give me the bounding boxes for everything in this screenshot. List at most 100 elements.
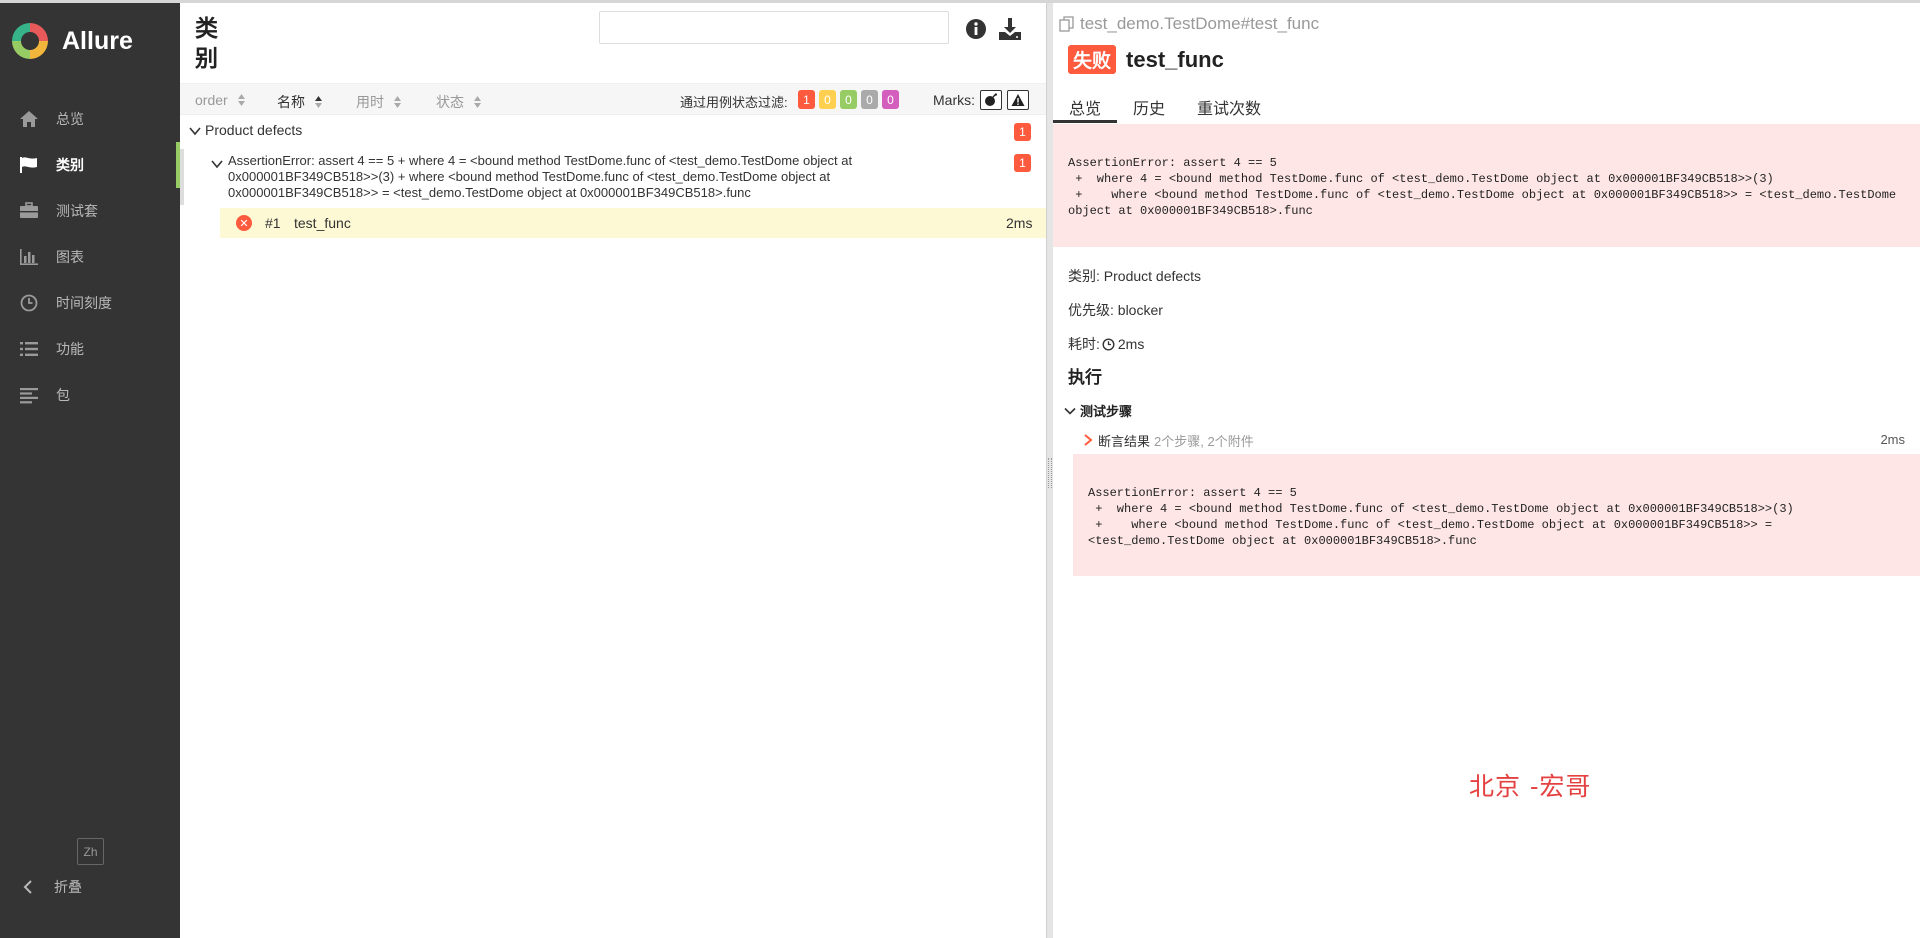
breadcrumb-text: test_demo.TestDome#test_func (1080, 14, 1320, 33)
duration-value: 2ms (1117, 336, 1145, 352)
tree-subgroup-assertion-error[interactable]: AssertionError: assert 4 == 5 + where 4 … (180, 149, 1046, 205)
allure-report: Allure 总览 类别 测试套 图表 时间刻度 功能 包 Zh 折叠 类别 o… (0, 0, 1920, 938)
sidebar-item-overview[interactable]: 总览 (0, 96, 180, 142)
step-error-box: AssertionError: assert 4 == 5 + where 4 … (1073, 454, 1920, 576)
info-icon[interactable] (965, 18, 987, 40)
step-error-trace: AssertionError: assert 4 == 5 + where 4 … (1088, 486, 1794, 548)
clock-icon (18, 293, 40, 313)
page-title: 类别 (195, 15, 218, 71)
severity-field: 优先级: blocker (1068, 302, 1163, 318)
sort-name[interactable]: 名称 (277, 92, 323, 112)
category-field: 类别: Product defects (1068, 268, 1202, 284)
test-name: test_func (294, 215, 351, 231)
categories-pane: 类别 order 名称 用时 状态 通过用例状态过滤: 1 0 0 0 0 Ma… (180, 3, 1046, 938)
tab-overview[interactable]: 总览 (1053, 87, 1118, 123)
filter-failed[interactable]: 1 (798, 90, 815, 109)
pane-splitter[interactable] (1046, 3, 1053, 938)
splitter-grip (1048, 458, 1052, 488)
tab-history[interactable]: 历史 (1117, 87, 1181, 123)
filter-unknown[interactable]: 0 (882, 90, 899, 109)
sort-asc-icon (315, 96, 322, 108)
warning-icon (1011, 94, 1025, 106)
error-trace: AssertionError: assert 4 == 5 + where 4 … (1068, 156, 1897, 218)
status-filter: 1 0 0 0 0 (798, 90, 903, 109)
language-switch[interactable]: Zh (77, 838, 104, 865)
sidebar-item-label: 图表 (56, 249, 84, 265)
step-assert-result[interactable]: 断言结果 2个步骤, 2个附件 2ms (1083, 428, 1920, 452)
chevron-down-icon (211, 160, 223, 169)
home-icon (18, 109, 40, 129)
sidebar-item-timeline[interactable]: 时间刻度 (0, 280, 180, 326)
sort-status[interactable]: 状态 (436, 92, 482, 112)
failed-status-icon: ✕ (236, 215, 252, 231)
bar-chart-icon (18, 247, 40, 267)
breadcrumb[interactable]: test_demo.TestDome#test_func (1059, 14, 1319, 34)
test-detail-pane: test_demo.TestDome#test_func 失败 test_fun… (1053, 3, 1920, 938)
brand-name: Allure (62, 26, 133, 55)
list-icon (18, 339, 40, 359)
filter-passed[interactable]: 0 (840, 90, 857, 109)
sort-icon (474, 96, 481, 108)
brand[interactable]: Allure (12, 21, 133, 61)
clock-icon (1102, 337, 1115, 351)
sidebar-item-suites[interactable]: 测试套 (0, 188, 180, 234)
subgroup-label: AssertionError: assert 4 == 5 + where 4 … (228, 153, 853, 200)
sort-bar: order 名称 用时 状态 通过用例状态过滤: 1 0 0 0 0 Marks… (180, 83, 1046, 115)
collapse-button[interactable]: 折叠 (18, 877, 82, 897)
test-duration: 2ms (1006, 215, 1033, 231)
tree-group-product-defects[interactable]: Product defects 1 (180, 118, 1046, 146)
execution-heading: 执行 (1068, 368, 1102, 387)
status-filter-label: 通过用例状态过滤: (680, 95, 788, 110)
sidebar-item-label: 时间刻度 (56, 295, 112, 311)
bomb-icon (985, 93, 997, 106)
watermark-text: 北京 -宏哥 (1469, 772, 1592, 801)
sidebar-item-label: 类别 (56, 157, 84, 173)
filter-broken[interactable]: 0 (819, 90, 836, 109)
sidebar-item-categories[interactable]: 类别 (0, 142, 180, 188)
allure-logo-icon (12, 23, 48, 59)
chevron-down-icon (189, 127, 201, 136)
sidebar-item-graphs[interactable]: 图表 (0, 234, 180, 280)
table-row[interactable]: ✕ #1 test_func 2ms (220, 208, 1046, 238)
sidebar-item-label: 测试套 (56, 203, 98, 219)
step-name: 断言结果 (1098, 433, 1151, 449)
sidebar-item-packages[interactable]: 包 (0, 372, 180, 418)
sidebar-item-label: 功能 (56, 341, 84, 357)
sidebar-item-label: 总览 (56, 111, 84, 127)
sidebar-nav: 总览 类别 测试套 图表 时间刻度 功能 包 (0, 96, 180, 418)
mark-flaky-toggle[interactable] (980, 90, 1002, 110)
test-header: 失败 test_func (1068, 45, 1224, 74)
subgroup-count-badge: 1 (1014, 154, 1031, 172)
step-duration: 2ms (1880, 432, 1905, 447)
sort-icon (394, 96, 401, 108)
mark-new-failed-toggle[interactable] (1007, 90, 1029, 110)
tab-retries[interactable]: 重试次数 (1181, 87, 1277, 123)
sidebar-item-behaviors[interactable]: 功能 (0, 326, 180, 372)
detail-tabs: 总览 历史 重试次数 (1053, 87, 1920, 123)
sort-order[interactable]: order (195, 92, 246, 108)
sort-duration[interactable]: 用时 (356, 92, 402, 112)
align-left-icon (18, 385, 40, 405)
chevron-right-icon (1084, 434, 1093, 446)
steps-toggle[interactable]: 测试步骤 (1064, 401, 1132, 420)
sort-icon (237, 94, 245, 106)
duration-field: 耗时: 2ms (1068, 336, 1145, 352)
severity-value: blocker (1117, 302, 1163, 318)
test-title: test_func (1126, 46, 1224, 72)
download-icon[interactable] (997, 16, 1023, 42)
sidebar: Allure 总览 类别 测试套 图表 时间刻度 功能 包 Zh 折叠 (0, 3, 180, 938)
group-count-badge: 1 (1014, 123, 1031, 141)
status-badge: 失败 (1068, 45, 1117, 74)
sidebar-item-label: 包 (56, 387, 70, 403)
group-label: Product defects (205, 122, 303, 138)
collapse-label: 折叠 (54, 879, 82, 895)
category-value: Product defects (1103, 268, 1202, 284)
marks-label: Marks: (933, 92, 975, 108)
flag-icon (18, 155, 40, 175)
chevron-down-icon (1064, 407, 1076, 415)
copy-icon (1059, 16, 1074, 32)
error-message-box: AssertionError: assert 4 == 5 + where 4 … (1053, 124, 1920, 247)
filter-skipped[interactable]: 0 (861, 90, 878, 109)
step-meta: 2个步骤, 2个附件 (1154, 433, 1254, 449)
search-input[interactable] (599, 11, 949, 44)
